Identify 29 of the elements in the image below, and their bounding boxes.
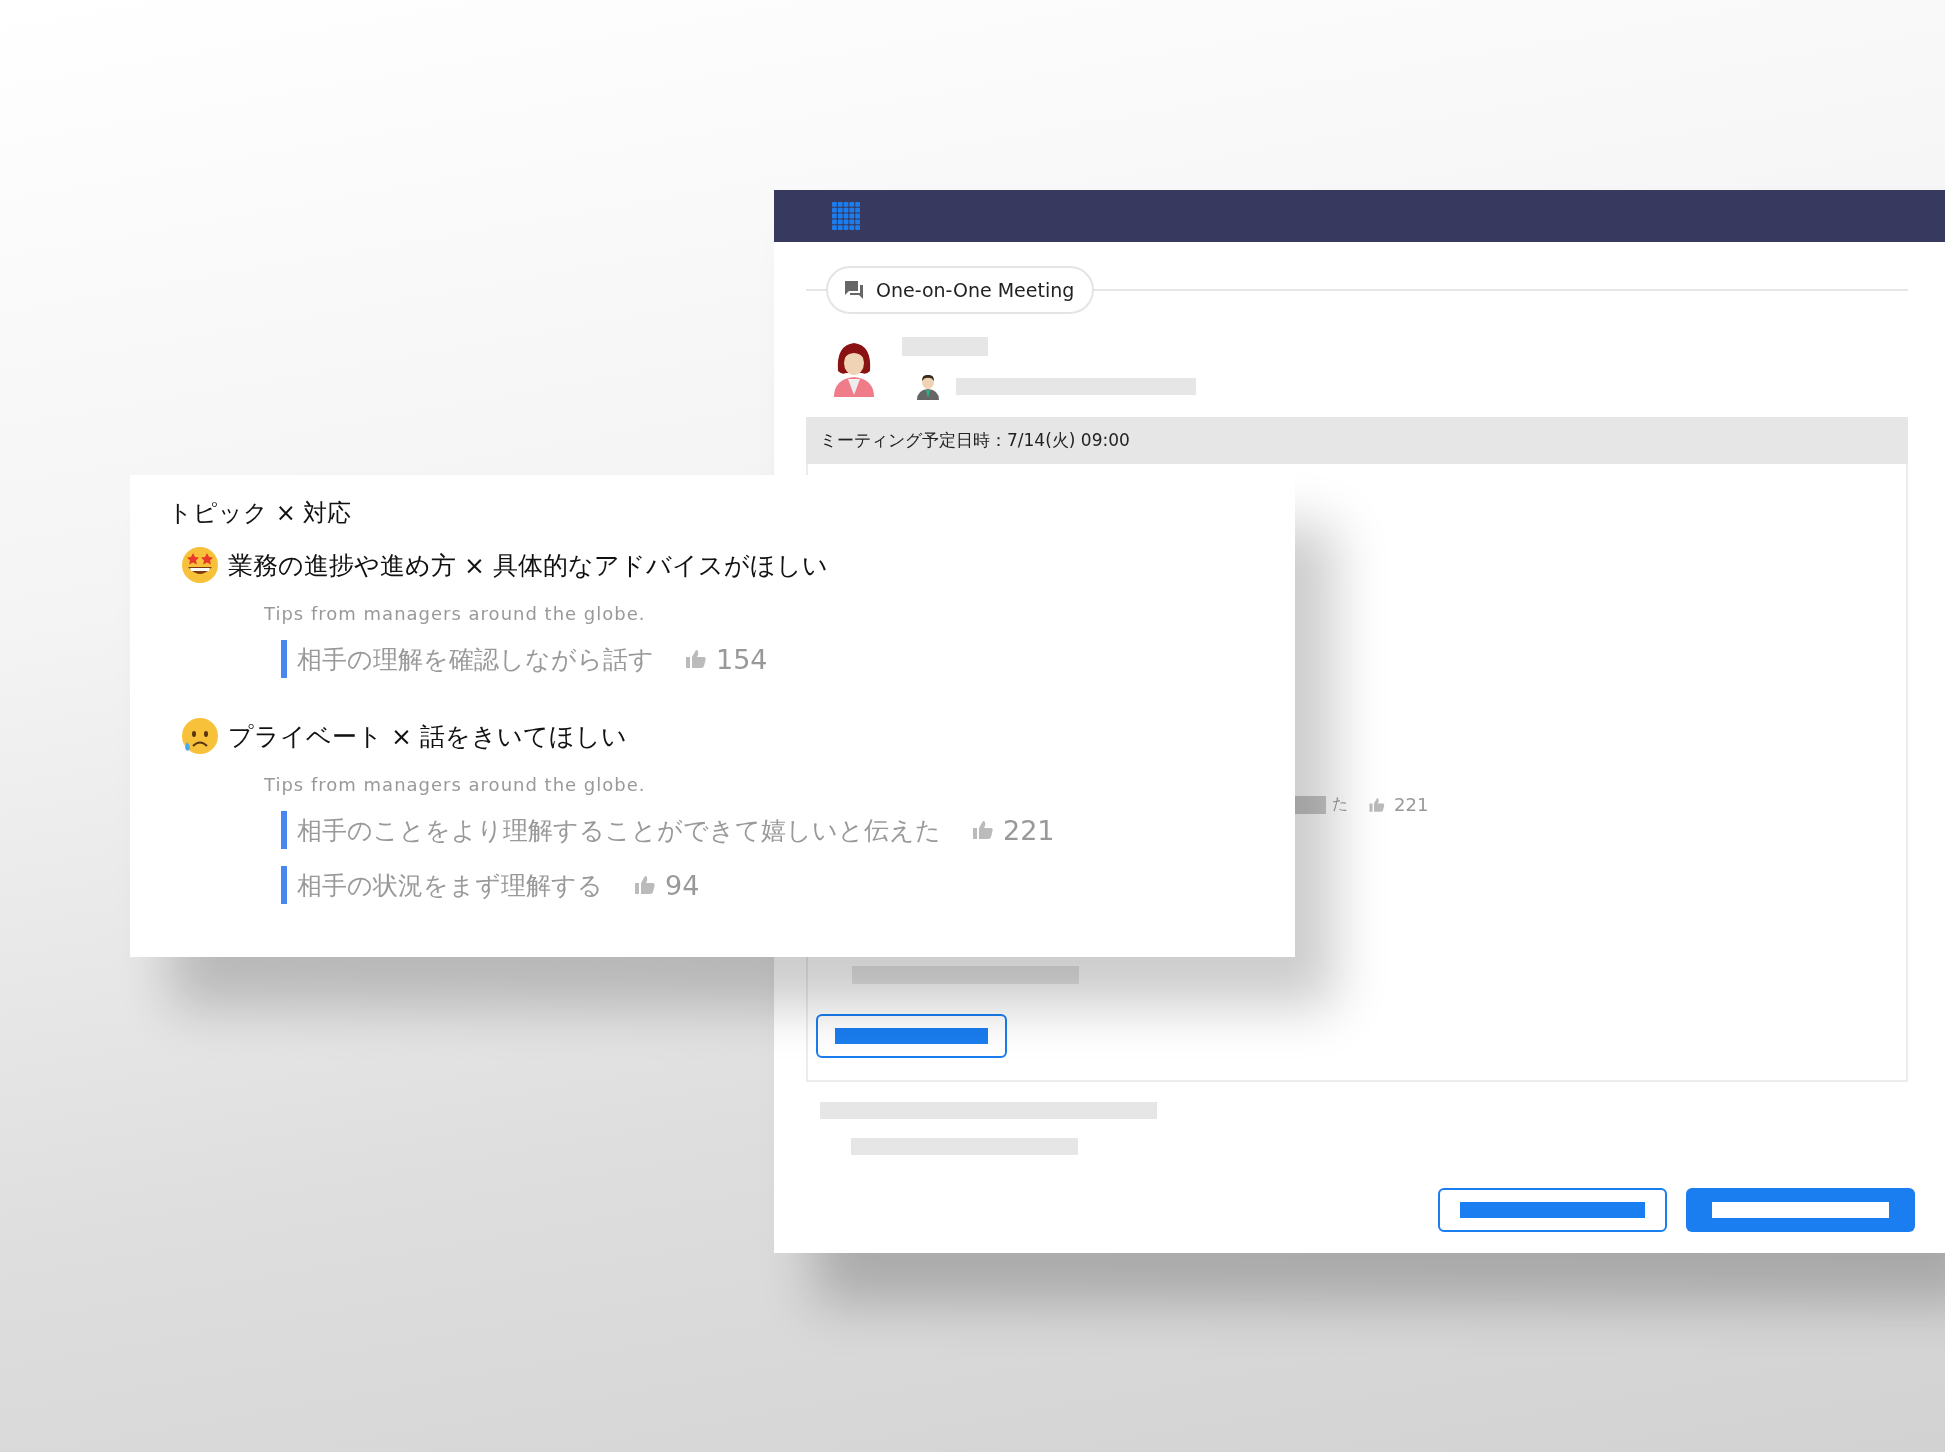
- tip-text: 相手の理解を確認しながら話す: [297, 643, 654, 676]
- card-title: トピック × 対応: [168, 498, 353, 529]
- thumbs-up-icon[interactable]: [684, 647, 708, 671]
- sad-sweat-face-icon: [180, 716, 220, 756]
- thumbs-up-icon[interactable]: [971, 818, 995, 842]
- thumbs-up-icon[interactable]: [1368, 795, 1386, 814]
- topic-title: プライベート × 話をきいてほしい: [228, 720, 627, 753]
- topic-title: 業務の進捗や進め方 × 具体的なアドバイスがほしい: [228, 549, 828, 582]
- meeting-type-label: One-on-One Meeting: [876, 279, 1075, 301]
- like-count: 221: [1394, 794, 1429, 815]
- tip-text: 相手のことをより理解することができて嬉しいと伝えた: [297, 814, 941, 847]
- star-eyes-face-icon: [180, 545, 220, 585]
- tip-text: 相手の状況をまず理解する: [297, 869, 603, 902]
- quote-bar: [281, 866, 287, 904]
- like-count: 94: [665, 869, 700, 901]
- quote-bar: [281, 640, 287, 678]
- tip-text: た: [1332, 794, 1348, 815]
- like-count: 154: [716, 643, 768, 675]
- schedule-text: ミーティング予定日時：7/14(火) 09:00: [820, 429, 1130, 452]
- secondary-button[interactable]: [1438, 1188, 1667, 1232]
- primary-button[interactable]: [1686, 1188, 1915, 1232]
- like-count: 221: [1003, 814, 1055, 846]
- app-grid-icon[interactable]: [832, 202, 860, 230]
- quote-bar: [281, 811, 287, 849]
- thumbs-up-icon[interactable]: [633, 873, 657, 897]
- male-avatar-icon: [914, 372, 942, 400]
- outline-button[interactable]: [816, 1014, 1007, 1058]
- tips-caption: Tips from managers around the globe.: [263, 774, 647, 795]
- tips-caption: Tips from managers around the globe.: [263, 603, 647, 624]
